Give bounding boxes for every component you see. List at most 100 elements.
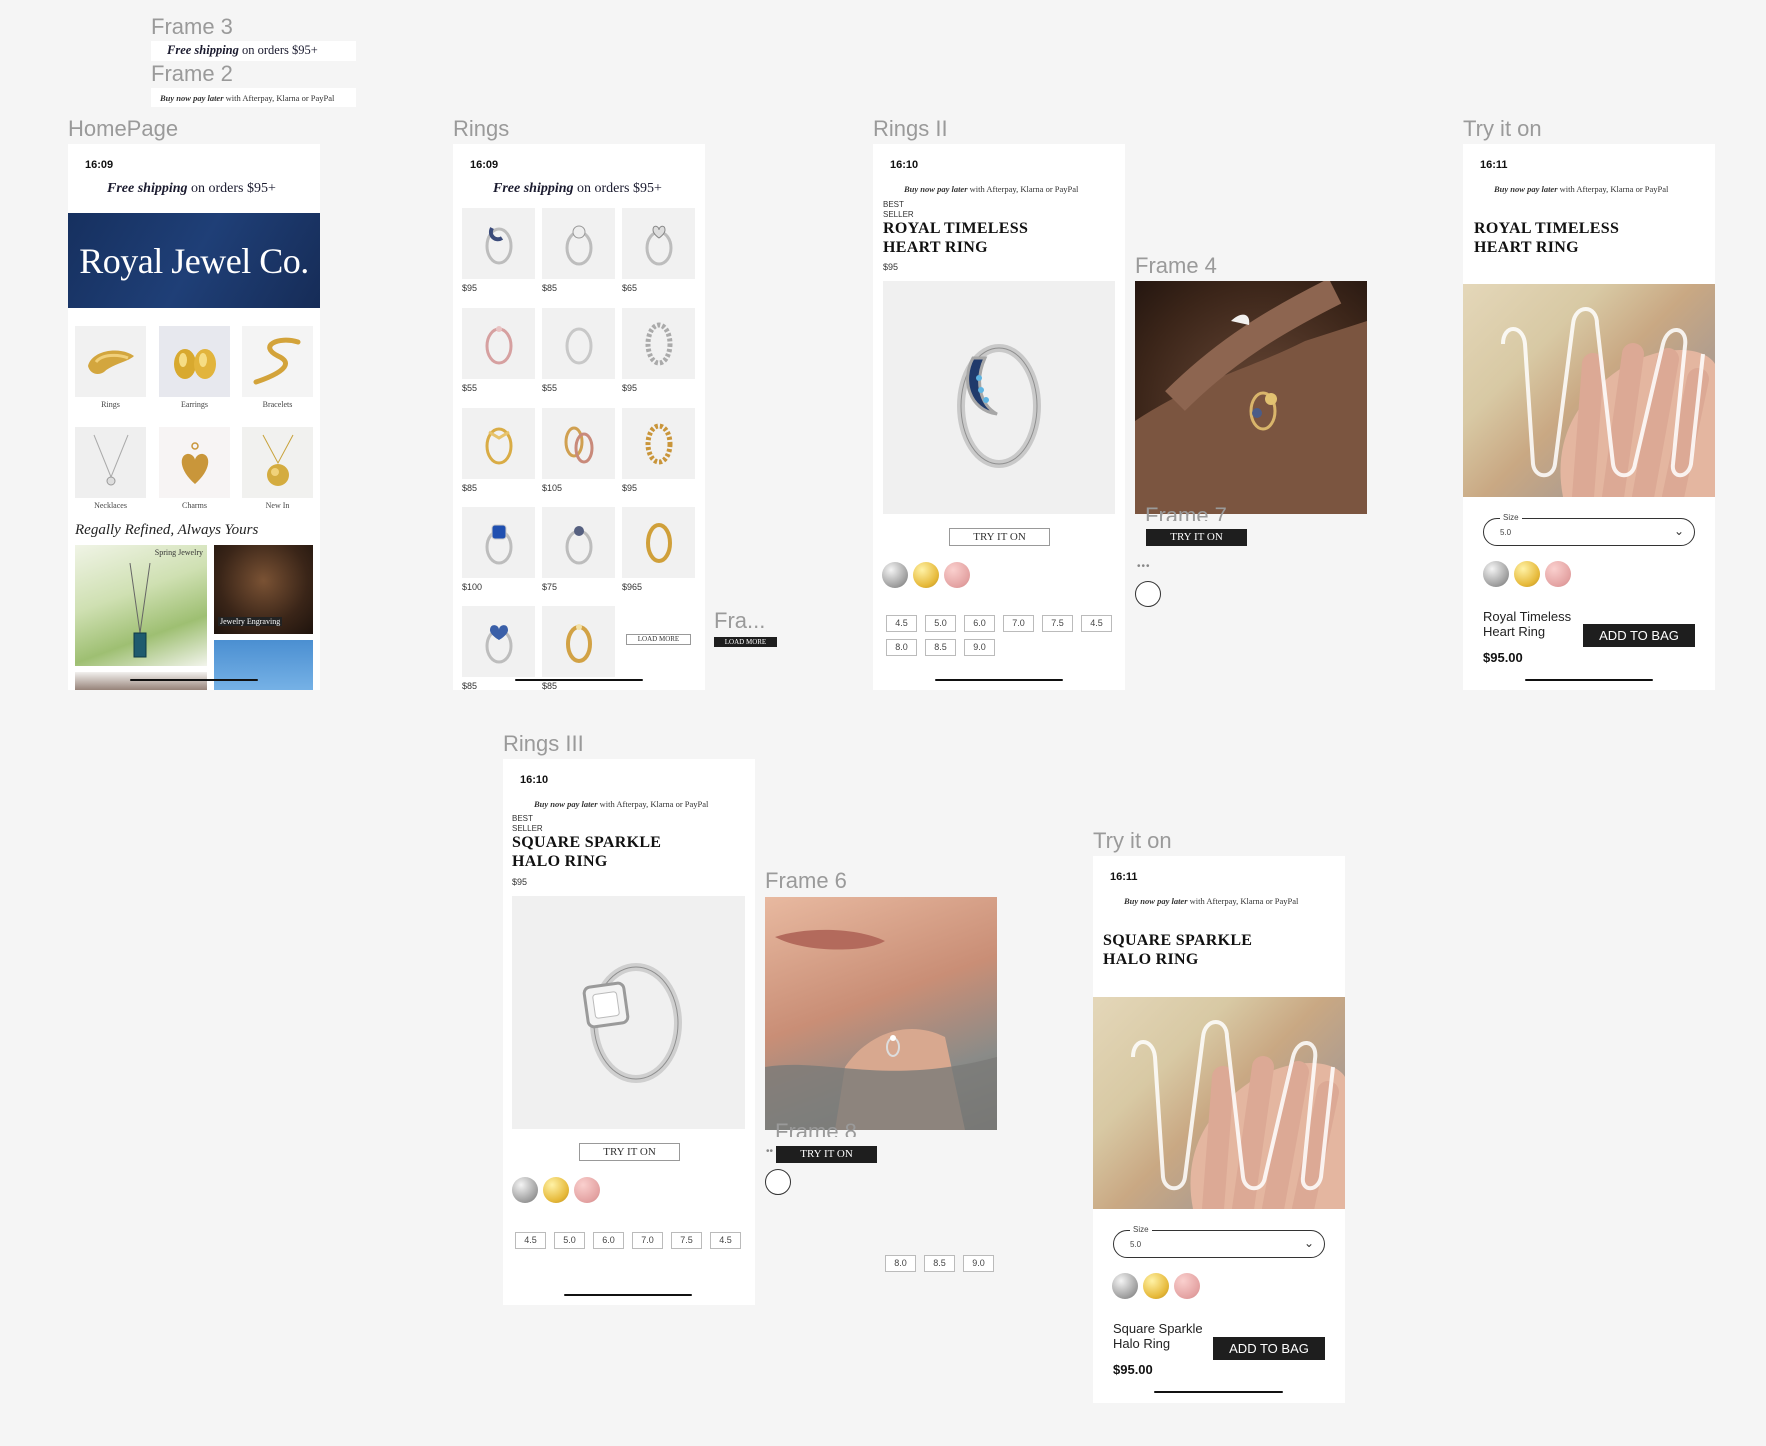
new-in-thumb-image xyxy=(242,427,313,498)
swatch-empty[interactable] xyxy=(1135,581,1161,607)
add-to-bag-button[interactable]: ADD TO BAG xyxy=(1213,1337,1325,1360)
swatch-rose-gold[interactable] xyxy=(574,1177,600,1203)
size-option[interactable]: 7.5 xyxy=(1042,615,1073,632)
size-select[interactable]: Size 5.0 ⌄ xyxy=(1483,513,1695,546)
rings3-frame: 16:10 Buy now pay later with Afterpay, K… xyxy=(503,759,755,1305)
swatch-rose-gold[interactable] xyxy=(944,562,970,588)
size-option[interactable]: 4.5 xyxy=(886,615,917,632)
frame-label-frame4: Frame 4 xyxy=(1135,253,1217,278)
frame-label-rings2: Rings II xyxy=(873,116,948,141)
product-price: $65 xyxy=(622,283,638,293)
frame-label-fra: Fra... xyxy=(714,608,766,633)
product-image xyxy=(542,606,615,677)
product-image xyxy=(462,308,535,379)
size-option[interactable]: 7.5 xyxy=(671,1232,702,1249)
size-option[interactable]: 4.5 xyxy=(710,1232,741,1249)
size-select[interactable]: Size 5.0 ⌄ xyxy=(1113,1225,1325,1258)
promo-sky-image[interactable] xyxy=(214,640,313,690)
size-option[interactable]: 7.0 xyxy=(1003,615,1034,632)
size-select-value: 5.0 xyxy=(1500,528,1512,537)
best-seller-badge: BEST SELLER xyxy=(512,814,543,833)
swatch-gold[interactable] xyxy=(913,562,939,588)
try-it-on-button[interactable]: TRY IT ON xyxy=(579,1143,680,1161)
try-it-on-button-dark[interactable]: TRY IT ON xyxy=(1146,529,1247,546)
swatch-rose-gold[interactable] xyxy=(1174,1273,1200,1299)
product-price: $85 xyxy=(462,483,478,493)
bnpl-banner: Buy now pay later with Afterpay, Klarna … xyxy=(151,88,356,107)
swatch-silver[interactable] xyxy=(1112,1273,1138,1299)
product-image xyxy=(622,408,695,479)
bnpl-text: Buy now pay later with Afterpay, Klarna … xyxy=(1124,896,1299,906)
swatch-gold[interactable] xyxy=(543,1177,569,1203)
summary-price: $95.00 xyxy=(1113,1362,1153,1377)
size-select-label: Size xyxy=(1130,1225,1152,1234)
size-option[interactable]: 5.0 xyxy=(925,615,956,632)
size-select-value: 5.0 xyxy=(1130,1240,1142,1249)
product-image xyxy=(542,308,615,379)
size-option[interactable]: 4.5 xyxy=(515,1232,546,1249)
size-option[interactable]: 8.5 xyxy=(925,639,956,656)
home-indicator[interactable] xyxy=(1154,1391,1283,1393)
status-time: 16:10 xyxy=(890,159,919,171)
product-image xyxy=(883,281,1115,514)
product-name: SQUARE SPARKLE HALO RING xyxy=(1103,932,1253,968)
size-option[interactable]: 7.0 xyxy=(632,1232,663,1249)
product-image xyxy=(462,208,535,279)
size-option[interactable]: 8.0 xyxy=(885,1255,916,1272)
size-option[interactable]: 6.0 xyxy=(593,1232,624,1249)
swatch-silver[interactable] xyxy=(1483,561,1509,587)
size-option[interactable]: 8.0 xyxy=(886,639,917,656)
bracelets-thumb-image xyxy=(242,326,313,397)
swatch-empty[interactable] xyxy=(765,1169,791,1195)
tagline: Regally Refined, Always Yours xyxy=(75,522,259,538)
product-price: $105 xyxy=(542,483,563,493)
free-shipping-text: Free shipping on orders $95+ xyxy=(493,181,662,196)
ar-camera-view[interactable] xyxy=(1093,997,1345,1209)
summary-price: $95.00 xyxy=(1483,650,1523,665)
home-indicator[interactable] xyxy=(130,679,258,681)
product-image xyxy=(462,606,535,677)
product-image xyxy=(512,896,745,1129)
ar-camera-view[interactable] xyxy=(1463,284,1715,497)
add-to-bag-button[interactable]: ADD TO BAG xyxy=(1583,624,1695,647)
swatch-gold[interactable] xyxy=(1514,561,1540,587)
product-price: $85 xyxy=(542,283,558,293)
category-label: New In xyxy=(265,501,290,510)
promo-spring-jewelry[interactable]: Spring Jewelry xyxy=(75,545,207,666)
home-indicator[interactable] xyxy=(515,679,643,681)
summary-product-name: Square Sparkle Halo Ring xyxy=(1113,1321,1203,1351)
homepage-frame: 16:09 Free shipping on orders $95+ Royal… xyxy=(68,144,320,690)
product-image xyxy=(622,308,695,379)
frame-label-frame7: Frame 7 xyxy=(1145,503,1227,528)
home-indicator[interactable] xyxy=(564,1294,692,1296)
size-option[interactable]: 8.5 xyxy=(924,1255,955,1272)
swatch-gold[interactable] xyxy=(1143,1273,1169,1299)
home-indicator[interactable] xyxy=(935,679,1063,681)
product-image xyxy=(462,507,535,578)
status-time: 16:10 xyxy=(520,774,549,786)
swatch-rose-gold[interactable] xyxy=(1545,561,1571,587)
load-more-button-dark[interactable]: LOAD MORE xyxy=(714,637,777,647)
brand-hero[interactable]: Royal Jewel Co. xyxy=(68,213,320,308)
brand-logo: Royal Jewel Co. xyxy=(79,241,309,281)
home-indicator[interactable] xyxy=(1525,679,1653,681)
swatch-silver[interactable] xyxy=(512,1177,538,1203)
try-it-on-button[interactable]: TRY IT ON xyxy=(949,528,1050,546)
promo-portrait-image[interactable] xyxy=(75,672,207,690)
size-option[interactable]: 6.0 xyxy=(964,615,995,632)
swatch-silver[interactable] xyxy=(882,562,908,588)
size-option[interactable]: 5.0 xyxy=(554,1232,585,1249)
try-it-on-button-dark[interactable]: TRY IT ON xyxy=(776,1146,877,1163)
load-more-button[interactable]: LOAD MORE xyxy=(626,634,691,645)
size-option[interactable]: 9.0 xyxy=(963,1255,994,1272)
category-label: Rings xyxy=(101,400,120,409)
best-seller-badge: BEST SELLER xyxy=(883,200,914,219)
frame-label-frame8: Frame 8 xyxy=(775,1119,857,1144)
promo-jewelry-engraving[interactable]: Jewelry Engraving xyxy=(214,545,313,634)
size-select-label: Size xyxy=(1500,513,1522,522)
size-option[interactable]: 4.5 xyxy=(1081,615,1112,632)
size-option[interactable]: 9.0 xyxy=(964,639,995,656)
bnpl-text: Buy now pay later with Afterpay, Klarna … xyxy=(1494,184,1669,194)
frame-label-frame3: Frame 3 xyxy=(151,14,233,39)
product-name: ROYAL TIMELESS HEART RING xyxy=(1474,220,1620,256)
